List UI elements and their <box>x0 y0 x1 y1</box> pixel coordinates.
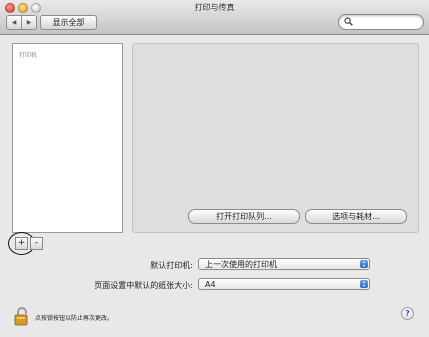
search-input[interactable] <box>338 14 424 30</box>
add-printer-button[interactable]: + <box>15 237 28 250</box>
options-supplies-button[interactable]: 选项与耗材... <box>305 209 407 224</box>
printer-list[interactable]: 打印机 <box>12 43 123 233</box>
lock-message: 点按锁按钮以防止再次更改。 <box>35 315 114 322</box>
paper-size-label: 页面设置中默认的纸张大小: <box>94 281 193 290</box>
nav-segment: ◀ ▶ <box>6 15 37 30</box>
printer-detail-panel: 打开打印队列... 选项与耗材... <box>132 43 419 233</box>
title-bar: 打印与传真 ◀ ▶ 显示全部 <box>0 0 429 35</box>
help-button[interactable]: ? <box>401 307 414 320</box>
back-icon: ◀ <box>11 19 17 26</box>
printer-list-header: 打印机 <box>19 52 38 59</box>
open-print-queue-button[interactable]: 打开打印队列... <box>188 209 300 224</box>
popup-arrows-icon: ▴ ▾ <box>360 280 368 288</box>
popup-arrows-icon: ▴ ▾ <box>360 260 368 268</box>
default-printer-value: 上一次使用的打印机 <box>205 260 277 269</box>
paper-size-value: A4 <box>205 280 216 289</box>
search-icon <box>344 17 353 26</box>
window-title: 打印与传真 <box>194 3 235 12</box>
back-button[interactable]: ◀ <box>7 16 21 29</box>
default-printer-popup[interactable]: 上一次使用的打印机 ▴ ▾ <box>198 258 370 270</box>
default-printer-label: 默认打印机: <box>150 261 193 270</box>
remove-printer-button[interactable]: - <box>30 237 43 250</box>
lock-icon[interactable] <box>13 306 31 328</box>
show-all-button[interactable]: 显示全部 <box>40 15 97 30</box>
paper-size-popup[interactable]: A4 ▴ ▾ <box>198 278 370 290</box>
forward-button[interactable]: ▶ <box>21 16 36 29</box>
forward-icon: ▶ <box>26 19 32 26</box>
